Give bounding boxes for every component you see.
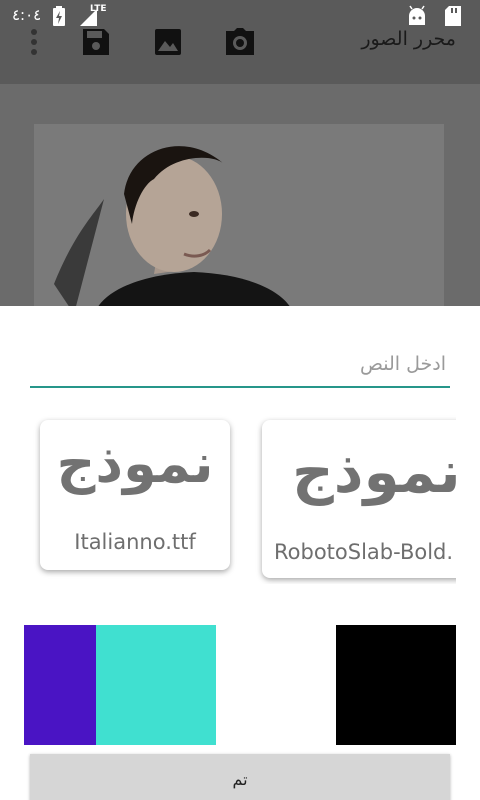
color-swatch-white[interactable] [216, 625, 336, 745]
color-picker-list[interactable] [24, 625, 456, 745]
gallery-image-icon[interactable] [150, 24, 186, 60]
font-option-card[interactable]: نموذج Italianno.ttf [40, 420, 230, 570]
font-sample-text: نموذج [292, 438, 456, 506]
color-swatch-turquoise[interactable] [96, 625, 216, 745]
font-name-label: RobotoSlab-Bold. [274, 540, 454, 564]
font-option-card[interactable]: نموذج RobotoSlab-Bold. [262, 420, 456, 578]
text-options-sheet: نموذج Italianno.ttf نموذج RobotoSlab-Bol… [0, 306, 480, 800]
text-entry-field[interactable] [30, 342, 450, 388]
dimmed-background: ٤:٠٤ LTE محرر الصور [0, 0, 480, 306]
more-options-icon[interactable] [22, 26, 46, 60]
camera-icon[interactable] [222, 24, 258, 60]
color-swatch-black[interactable] [336, 625, 456, 745]
font-name-label: Italianno.ttf [74, 530, 196, 554]
font-picker-list[interactable]: نموذج Italianno.ttf نموذج RobotoSlab-Bol… [0, 414, 456, 584]
network-type: LTE [90, 4, 107, 14]
font-sample-text: نموذج [56, 432, 214, 495]
done-button[interactable]: تم [30, 754, 450, 800]
photo-canvas[interactable] [0, 84, 480, 306]
save-icon[interactable] [78, 24, 114, 60]
color-swatch-purple[interactable] [24, 625, 96, 745]
photo-image [34, 124, 444, 306]
app-title: محرر الصور [361, 28, 456, 50]
app-bar: محرر الصور [0, 20, 480, 84]
